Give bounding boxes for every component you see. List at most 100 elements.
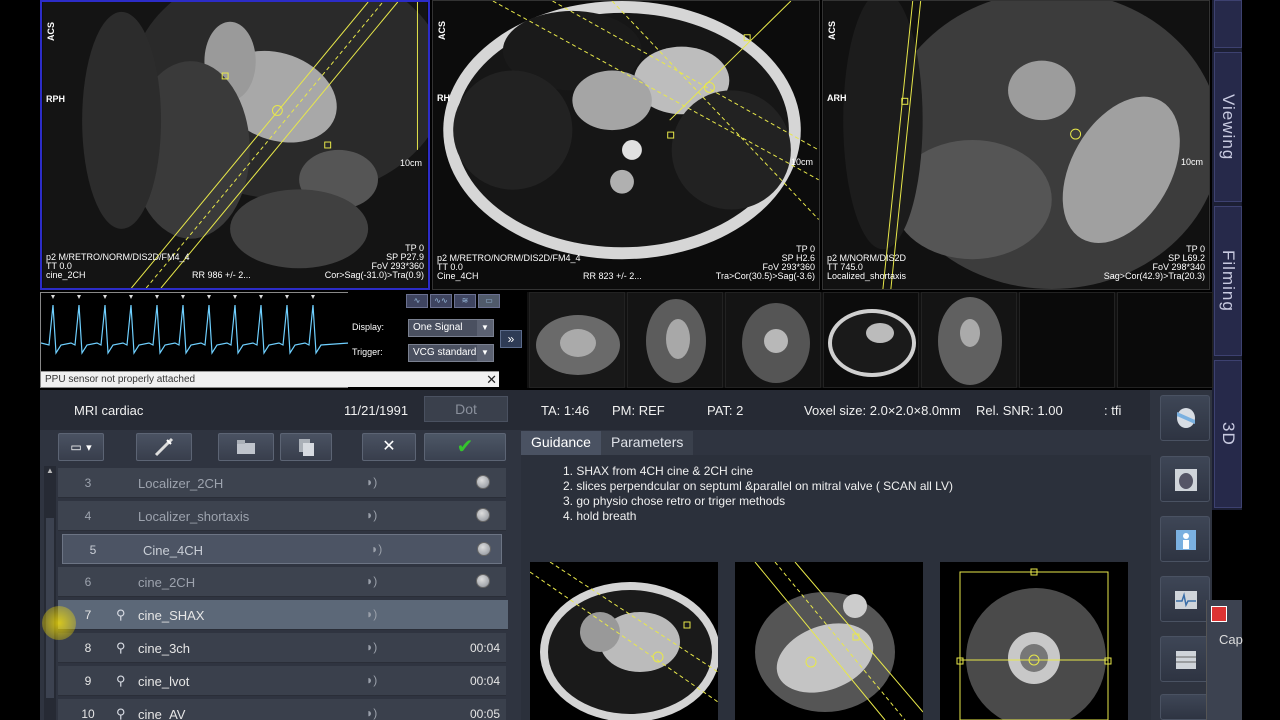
more-tools-button[interactable] xyxy=(1160,694,1210,720)
apply-button[interactable]: ✔ xyxy=(424,433,506,461)
expand-button[interactable]: » xyxy=(500,330,522,348)
trigger-select[interactable]: VCG standard ▼ xyxy=(408,344,494,362)
rr-info: RR 986 +/- 2... xyxy=(192,270,251,280)
positioning-button[interactable] xyxy=(1160,516,1210,562)
series-info: p2 M/NORM/DIS2D TT 745.0 Localized_shortax… xyxy=(827,253,907,281)
pat-factor: PAT: 2 xyxy=(707,403,744,418)
exam-header: MRI cardiac 11/21/1991 Dot TA: 1:46 PM: … xyxy=(40,390,1150,430)
mouse-cursor-highlight xyxy=(42,606,76,640)
dot-button[interactable]: Dot xyxy=(424,396,508,422)
geometry-info: TP 0 SP P27.9 FoV 293*360 Cor>Sag(-31.0)>Tr… xyxy=(324,243,424,280)
thumbnail-5[interactable] xyxy=(921,292,1017,388)
tab-filming[interactable]: Filming xyxy=(1214,206,1242,356)
table-view-button[interactable] xyxy=(1160,636,1210,682)
protocol-number: 9 xyxy=(84,674,92,688)
open-program-button[interactable] xyxy=(218,433,274,461)
patient-view-button[interactable] xyxy=(1160,395,1210,441)
thumbnail-empty xyxy=(1019,292,1115,388)
lock-icon xyxy=(476,475,490,489)
tab-3d[interactable]: 3D xyxy=(1214,360,1242,508)
voxel-size: Voxel size: 2.0×2.0×8.0mm xyxy=(804,403,961,418)
protocol-name: cine_AV xyxy=(138,707,186,720)
display-select[interactable]: One Signal ▼ xyxy=(408,319,494,337)
scale-label: 10cm xyxy=(1180,157,1203,167)
guidance-step: 3. go physio chose retro or triger metho… xyxy=(563,494,786,508)
speaker-icon[interactable]: ◗) xyxy=(366,607,377,621)
side-tab-exam[interactable] xyxy=(1214,0,1242,48)
patient-orientation: ARH xyxy=(827,93,847,103)
speaker-icon[interactable]: ◗) xyxy=(366,574,377,588)
partial-window[interactable]: Cap xyxy=(1206,600,1243,720)
acquisition-time: TA: 1:46 xyxy=(541,403,590,418)
series-info: p2 M/RETRO/NORM/DIS2D/FM4_4 TT 0.0 Cine_4C… xyxy=(437,253,581,281)
protocol-duration: 00:05 xyxy=(469,707,500,720)
syringe-icon xyxy=(154,437,174,457)
contrast-injection-button[interactable] xyxy=(136,433,192,461)
viewport-shortaxis[interactable]: ACS ARH 10cm p2 M/NORM/DIS2D TT 745.0 Loca… xyxy=(822,0,1210,290)
image-view-button[interactable] xyxy=(1160,456,1210,502)
tab-parameters[interactable]: Parameters xyxy=(601,431,694,455)
protocol-row-active[interactable]: 7 ⚲ cine_SHAX ◗) xyxy=(58,600,508,630)
lock-icon xyxy=(477,542,491,556)
tab-viewing[interactable]: Viewing xyxy=(1214,52,1242,202)
protocol-row[interactable]: 5 Cine_4CH ◗) xyxy=(62,534,502,564)
physio-button[interactable] xyxy=(1160,576,1210,622)
viewport-2ch[interactable]: ACS RPH 10cm p2 M/RETRO/NORM/DIS2D/FM4_4… xyxy=(40,0,430,290)
exam-panel: MRI cardiac 11/21/1991 Dot TA: 1:46 PM: … xyxy=(40,390,1212,720)
protocol-row[interactable]: 8 ⚲ cine_3ch ◗) 00:04 xyxy=(58,633,506,663)
scale-label: 10cm xyxy=(399,158,422,168)
dropdown-icon: ▼ xyxy=(477,320,493,336)
viewport-4ch[interactable]: ACS RH 10cm p2 M/RETRO/NORM/DIS2D/FM4_4 T… xyxy=(432,0,820,290)
speaker-icon[interactable]: ◗) xyxy=(366,640,377,654)
screen-edge xyxy=(1242,0,1280,720)
protocol-name: cine_SHAX xyxy=(138,608,205,623)
speaker-icon[interactable]: ◗) xyxy=(366,673,377,687)
list-scrollbar[interactable]: ▲ xyxy=(44,466,56,720)
thumbnail-2[interactable] xyxy=(627,292,723,388)
wave-double-icon[interactable]: ∿∿ xyxy=(430,294,452,308)
patient-position-icon xyxy=(1176,530,1196,550)
lock-icon xyxy=(476,574,490,588)
speaker-icon[interactable]: ◗) xyxy=(366,706,377,720)
protocol-row[interactable]: 3 Localizer_2CH ◗) xyxy=(58,468,506,498)
wave-single-icon[interactable]: ∿ xyxy=(406,294,428,308)
protocol-number: 7 xyxy=(84,608,92,622)
copy-program-button[interactable] xyxy=(280,433,332,461)
lock-icon xyxy=(476,508,490,522)
thumbnail-4[interactable] xyxy=(823,292,919,388)
close-icon[interactable]: ✕ xyxy=(486,372,497,388)
wave-multi-icon[interactable]: ≋ xyxy=(454,294,476,308)
speaker-icon[interactable]: ◗) xyxy=(366,508,377,522)
patient-name: MRI cardiac xyxy=(74,403,144,418)
list-icon xyxy=(1176,651,1196,669)
series-info: p2 M/RETRO/NORM/DIS2D/FM4_4 TT 0.0 cine_2C… xyxy=(46,252,190,280)
protocol-row[interactable]: 4 Localizer_shortaxis ◗) xyxy=(58,501,506,531)
protocol-name: Cine_4CH xyxy=(143,543,203,558)
scroll-up-icon[interactable]: ▲ xyxy=(44,466,56,480)
view-mode-button[interactable]: ▭ ▾ xyxy=(58,433,104,461)
protocol-row[interactable]: 6 cine_2CH ◗) xyxy=(58,567,506,597)
scale-label: 10cm xyxy=(790,157,813,167)
thumbnail-3[interactable] xyxy=(725,292,821,388)
ecg-icon xyxy=(1175,591,1197,609)
protocol-row[interactable]: 10 ⚲ cine_AV ◗) 00:05 xyxy=(58,699,506,720)
protocol-queue: 3 Localizer_2CH ◗) 4 Localizer_shortaxis… xyxy=(58,466,508,720)
tab-guidance[interactable]: Guidance xyxy=(521,431,601,455)
run-icon: ⚲ xyxy=(116,607,126,622)
monitor-icon[interactable]: ▭ xyxy=(478,294,500,308)
guidance-step: 1. SHAX from 4CH cine & 2CH cine xyxy=(563,464,754,478)
protocol-number: 3 xyxy=(84,476,92,490)
protocol-duration: 00:04 xyxy=(469,641,500,655)
protocol-row[interactable]: 9 ⚲ cine_lvot ◗) 00:04 xyxy=(58,666,506,696)
image-icon xyxy=(1175,469,1197,491)
speaker-icon[interactable]: ◗) xyxy=(371,542,382,556)
protocol-number: 10 xyxy=(81,707,95,720)
thumbnail-1[interactable] xyxy=(529,292,625,388)
ecg-panel: PPU sensor not properly attached ✕ xyxy=(40,292,499,388)
speaker-icon[interactable]: ◗) xyxy=(366,475,377,489)
protocol-name: cine_3ch xyxy=(138,641,191,656)
dropdown-icon: ▼ xyxy=(477,345,493,361)
app-icon xyxy=(1211,606,1227,622)
guidance-image-4ch xyxy=(530,562,718,720)
cancel-button[interactable]: ✕ xyxy=(362,433,416,461)
